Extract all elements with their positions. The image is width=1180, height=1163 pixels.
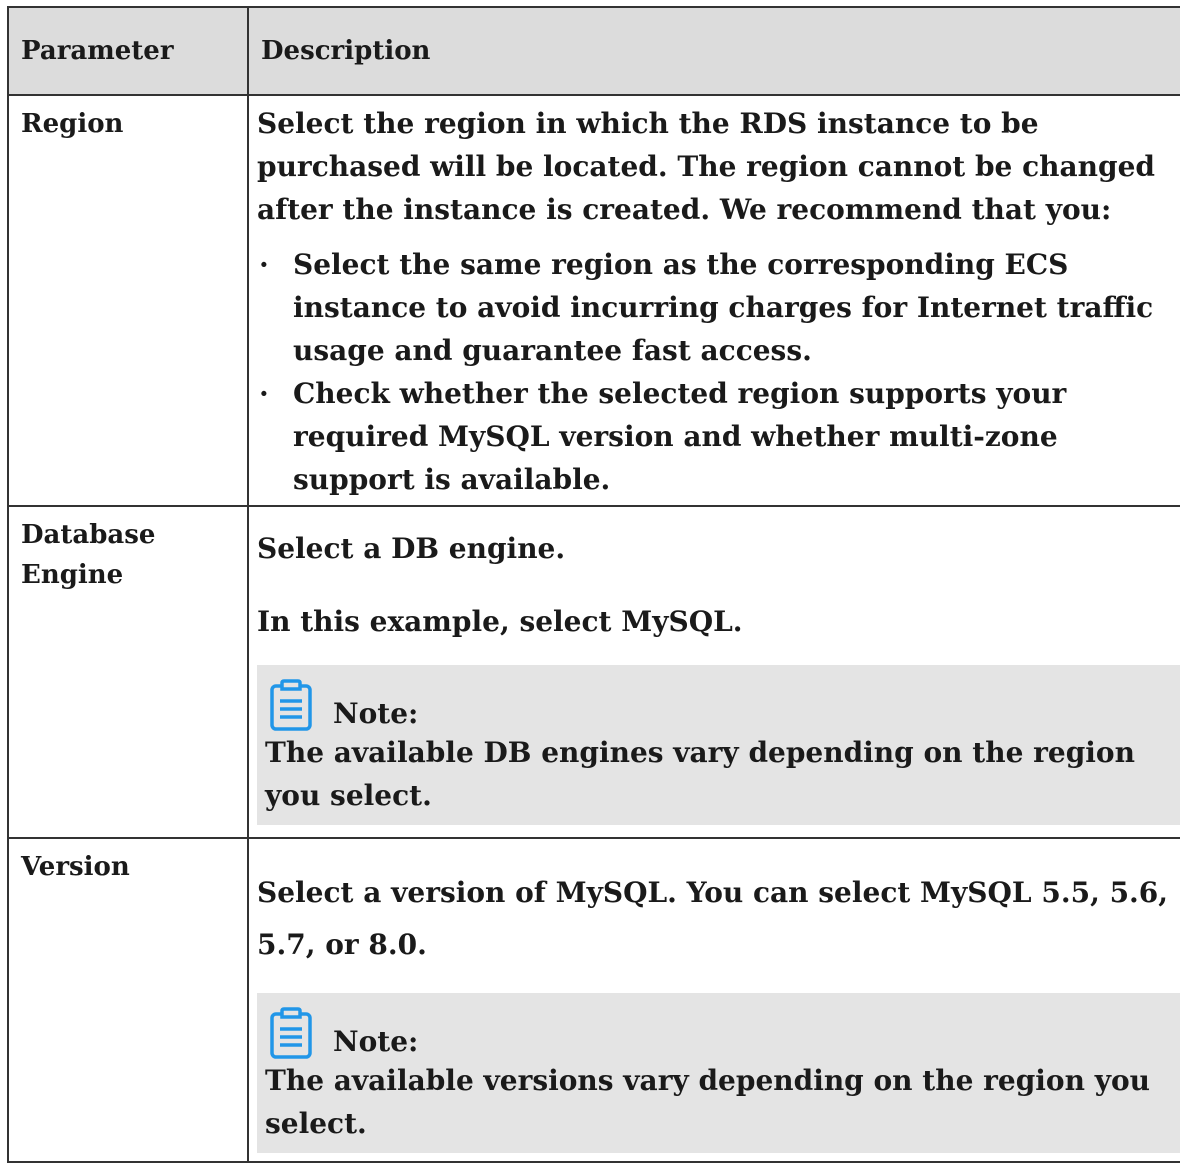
table-row-database-engine: Database Engine Select a DB engine. In t… bbox=[7, 505, 1180, 839]
parameter-table: Parameter Description Region Select the … bbox=[7, 6, 1180, 1163]
description-cell: Select the region in which the RDS insta… bbox=[247, 94, 1180, 507]
note-icon bbox=[270, 1007, 312, 1059]
parameter-cell: Database Engine bbox=[7, 505, 249, 839]
note-text: The available DB engines vary depending … bbox=[265, 736, 1135, 812]
note-header: Note: bbox=[265, 679, 1177, 731]
parameter-cell: Version bbox=[7, 837, 249, 1163]
note-box: Note: The available DB engines vary depe… bbox=[257, 665, 1180, 825]
description-cell: Select a DB engine. In this example, sel… bbox=[247, 505, 1180, 839]
column-header-description: Description bbox=[247, 6, 1180, 96]
description-cell: Select a version of MySQL. You can selec… bbox=[247, 837, 1180, 1163]
list-item-text: Check whether the selected region suppor… bbox=[293, 377, 1067, 496]
column-header-parameter: Parameter bbox=[7, 6, 249, 96]
list-item: · Check whether the selected region suppo… bbox=[259, 377, 1067, 496]
list-item: · Select the same region as the correspon… bbox=[259, 248, 1154, 367]
table-header-row: Parameter Description bbox=[7, 6, 1180, 96]
list-item-text: Select the same region as the correspond… bbox=[293, 248, 1154, 367]
table-row-version: Version Select a version of MySQL. You c… bbox=[7, 837, 1180, 1163]
note-icon bbox=[270, 679, 312, 731]
note-label: Note: bbox=[333, 1025, 419, 1058]
note-label: Note: bbox=[333, 697, 419, 730]
paragraph: In this example, select MySQL. bbox=[257, 605, 743, 638]
note-text: The available versions vary depending on… bbox=[265, 1064, 1151, 1140]
note-header: Note: bbox=[265, 1007, 1177, 1059]
table-row-region: Region Select the region in which the RD… bbox=[7, 94, 1180, 507]
recommendation-list: · Select the same region as the correspon… bbox=[257, 243, 1180, 501]
paragraph: Select a version of MySQL. You can selec… bbox=[257, 876, 1169, 961]
region-intro-text: Select the region in which the RDS insta… bbox=[257, 107, 1155, 226]
note-box: Note: The available versions vary depend… bbox=[257, 993, 1180, 1153]
parameter-cell: Region bbox=[7, 94, 249, 507]
paragraph: Select a DB engine. bbox=[257, 532, 566, 565]
